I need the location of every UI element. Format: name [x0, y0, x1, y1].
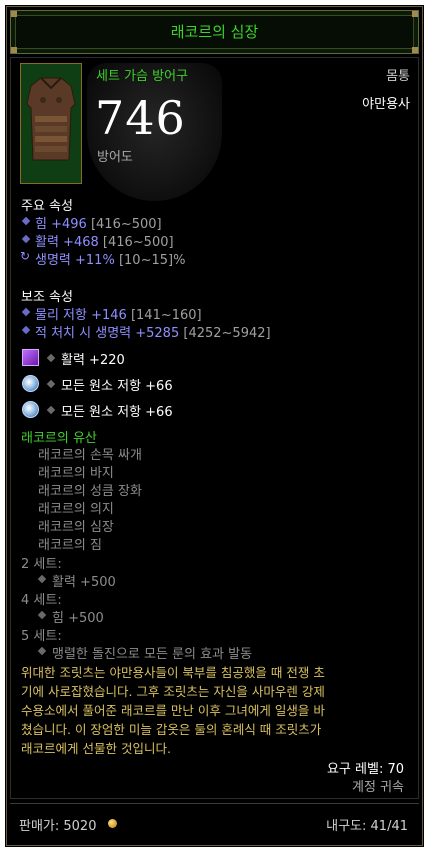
set-piece: 래코르의 성큼 장화	[38, 484, 142, 499]
title-bar: 래코르의 심장	[10, 10, 419, 54]
durability: 내구도: 41/41	[326, 819, 408, 834]
set-piece: 래코르의 심장	[38, 520, 114, 535]
primary-header: 주요 속성	[21, 199, 73, 214]
diamond-gem-icon	[22, 375, 39, 392]
secondary-header: 보조 속성	[21, 290, 73, 305]
stat-line: 물리 저항 +146 [141~160]	[35, 308, 202, 323]
item-type: 세트 가슴 방어구	[96, 69, 188, 84]
corner-ornament	[11, 47, 17, 53]
flavor-text-line: 수용소에서 풀어준 래코르를 만난 이후 그녀에게 일생을 바	[21, 703, 325, 718]
corner-ornament	[412, 11, 418, 17]
cycle-icon: ↻	[20, 249, 31, 263]
item-class: 야만용사	[362, 97, 410, 112]
set-bonus-text: 맹렬한 돌진으로 모든 룬의 효과 발동	[52, 647, 253, 662]
item-icon	[20, 63, 82, 184]
chest-armor-icon	[21, 64, 81, 183]
sell-price: 판매가: 5020	[19, 819, 97, 834]
stat-line: 힘 +496 [416~500]	[35, 217, 162, 232]
stat-line: 적 처치 시 생명력 +5285 [4252~5942]	[35, 326, 271, 341]
set-bonus-text: 활력 +500	[52, 575, 116, 590]
diamond-gem-icon	[22, 401, 39, 418]
amethyst-gem-icon	[22, 349, 39, 366]
set-bonus-label: 5 세트:	[21, 629, 62, 644]
flavor-text-line: 기에 사로잡혔습니다. 그후 조릿츠는 자신을 사마우렌 강제	[21, 684, 325, 699]
flavor-text-line: 쳤습니다. 이 장엄한 미늘 갑옷은 둘의 혼례식 때 조릿츠가	[21, 722, 322, 737]
set-bonus-label: 2 세트:	[21, 557, 62, 572]
item-tooltip: 래코르의 심장 세트 가슴 방어구 몸통 야만용사 746 방어도 주요 속성 …	[6, 6, 423, 846]
flavor-text-line: 래코르에게 선물한 것입니다.	[21, 741, 171, 756]
item-name: 래코르의 심장	[170, 23, 259, 41]
item-slot: 몸통	[386, 69, 410, 84]
set-piece: 래코르의 짐	[38, 538, 102, 553]
socket-text: 모든 원소 저항 +66	[61, 405, 173, 420]
set-piece: 래코르의 의지	[38, 502, 114, 517]
stat-line: 활력 +468 [416~500]	[35, 235, 174, 250]
stat-line: 생명력 +11% [10~15]%	[35, 253, 186, 268]
set-bonus-label: 4 세트:	[21, 593, 62, 608]
flavor-text-line: 위대한 조릿츠는 야만용사들이 북부를 침공했을 때 전쟁 초	[21, 665, 325, 680]
corner-ornament	[11, 11, 17, 17]
corner-ornament	[412, 47, 418, 53]
set-bonus-text: 힘 +500	[52, 611, 104, 626]
armor-label: 방어도	[97, 150, 133, 165]
gold-coin-icon	[108, 819, 117, 828]
set-piece: 래코르의 손목 싸개	[38, 448, 142, 463]
armor-value: 746	[95, 91, 186, 145]
required-level: 요구 레벨: 70	[326, 762, 404, 777]
account-bound: 계정 귀속	[352, 780, 404, 795]
set-piece: 래코르의 바지	[38, 466, 114, 481]
socket-text: 모든 원소 저항 +66	[61, 379, 173, 394]
socket-text: 활력 +220	[61, 353, 125, 368]
footer-divider	[10, 803, 419, 804]
